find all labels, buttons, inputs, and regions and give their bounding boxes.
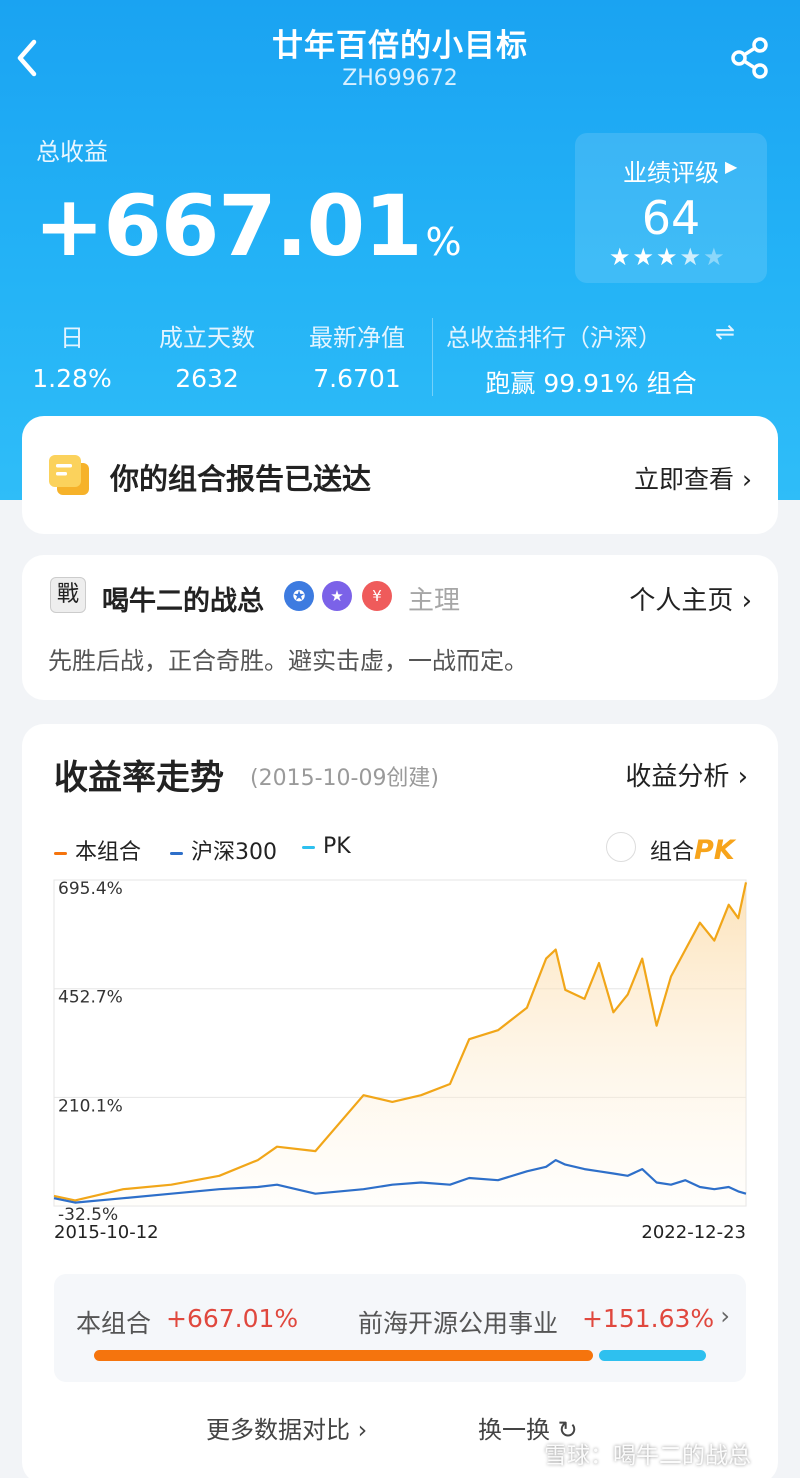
chevron-right-icon: › [742, 465, 752, 494]
days-label: 成立天数 [159, 324, 255, 352]
total-return-number: +667.01 [34, 177, 423, 275]
return-chart-card: 收益率走势 (2015-10-09创建) 收益分析 › 本组合 沪深300 PK… [22, 724, 778, 1478]
x-axis-end: 2022-12-23 [641, 1222, 746, 1243]
daily-return-label: 日 [60, 324, 84, 352]
more-comparison-link[interactable]: 更多数据对比 › [206, 1410, 367, 1445]
swap-label: 换一换 [478, 1416, 550, 1444]
fund-bar [599, 1350, 706, 1361]
ranking-label: 总收益排行（沪深） [446, 324, 662, 352]
portfolio-bar [94, 1350, 593, 1361]
share-icon[interactable] [730, 36, 770, 80]
watermark: 雪球：喝牛二的战总 [544, 1443, 751, 1469]
rating-score: 64 [641, 191, 701, 245]
yuan-badge-icon: ¥ [362, 581, 392, 611]
chevron-right-icon: › [720, 1302, 730, 1330]
view-now-link[interactable]: 立即查看 › [634, 460, 752, 496]
nav-value: 7.6701 [313, 364, 401, 393]
daily-return-value: 1.28% [32, 364, 112, 393]
play-arrow-icon: ▶ [725, 157, 738, 176]
rating-stars: ★★★★★ [609, 243, 727, 271]
star-icon: ★ [609, 243, 633, 271]
report-banner[interactable]: 你的组合报告已送达 立即查看 › [22, 416, 778, 534]
total-return-label: 总收益 [36, 138, 108, 166]
portfolio-code: ZH699672 [342, 66, 458, 91]
more-comparison-label: 更多数据对比 [206, 1416, 350, 1444]
homepage-label: 个人主页 [629, 586, 734, 616]
compare-portfolio-value: +667.01% [166, 1304, 299, 1333]
compare-portfolio-label: 本组合 [76, 1309, 152, 1338]
swap-arrows-icon[interactable]: ⇌ [710, 318, 740, 346]
compare-fund-value: +151.63% [582, 1304, 715, 1333]
comparison-panel[interactable]: 本组合 +667.01% 前海开源公用事业 +151.63% › [54, 1274, 746, 1382]
x-axis-start: 2015-10-12 [54, 1222, 159, 1243]
manager-name[interactable]: 喝牛二的战总 [102, 579, 264, 618]
view-now-label: 立即查看 [634, 465, 735, 494]
star-icon: ★ [632, 243, 657, 271]
verified-badge-icon: ✪ [284, 581, 314, 611]
total-return-unit: % [425, 220, 462, 264]
performance-rating[interactable]: 业绩评级 ▶ 64 ★★★★★ [575, 133, 767, 283]
days-value: 2632 [175, 364, 239, 393]
half-star-icon: ★ [679, 243, 704, 271]
star-icon: ★ [656, 243, 680, 271]
y-tick-label: 452.7% [58, 988, 123, 1008]
chevron-right-icon: › [741, 586, 752, 616]
portfolio-area [54, 882, 746, 1206]
star-empty-icon: ★ [703, 243, 727, 271]
star-badge-icon: ★ [322, 581, 352, 611]
avatar[interactable]: 戰 [50, 577, 86, 613]
portfolio-title: 廿年百倍的小目标 [272, 28, 528, 64]
y-tick-label: 210.1% [58, 1096, 123, 1116]
ranking-value: 跑赢 99.91% 组合 [485, 369, 697, 398]
y-tick-label: 695.4% [58, 879, 123, 899]
nav-label: 最新净值 [309, 324, 405, 352]
chevron-right-icon: › [357, 1416, 368, 1444]
rating-label: 业绩评级 [623, 159, 719, 187]
stats-divider [432, 318, 433, 396]
manager-motto: 先胜后战，正合奇胜。避实击虚，一战而定。 [48, 647, 528, 675]
report-icon [47, 453, 91, 497]
report-text: 你的组合报告已送达 [110, 462, 372, 496]
compare-fund-label: 前海开源公用事业 [358, 1309, 559, 1338]
homepage-link[interactable]: 个人主页 › [629, 580, 752, 617]
total-return-value: +667.01% [34, 176, 462, 292]
return-line-chart[interactable]: 695.4%452.7%210.1%-32.5% [22, 724, 778, 1224]
role-label: 主理 [408, 586, 461, 616]
manager-card: 戰 喝牛二的战总 ✪ ★ ¥ 主理 个人主页 › 先胜后战，正合奇胜。避实击虚，… [22, 555, 778, 700]
